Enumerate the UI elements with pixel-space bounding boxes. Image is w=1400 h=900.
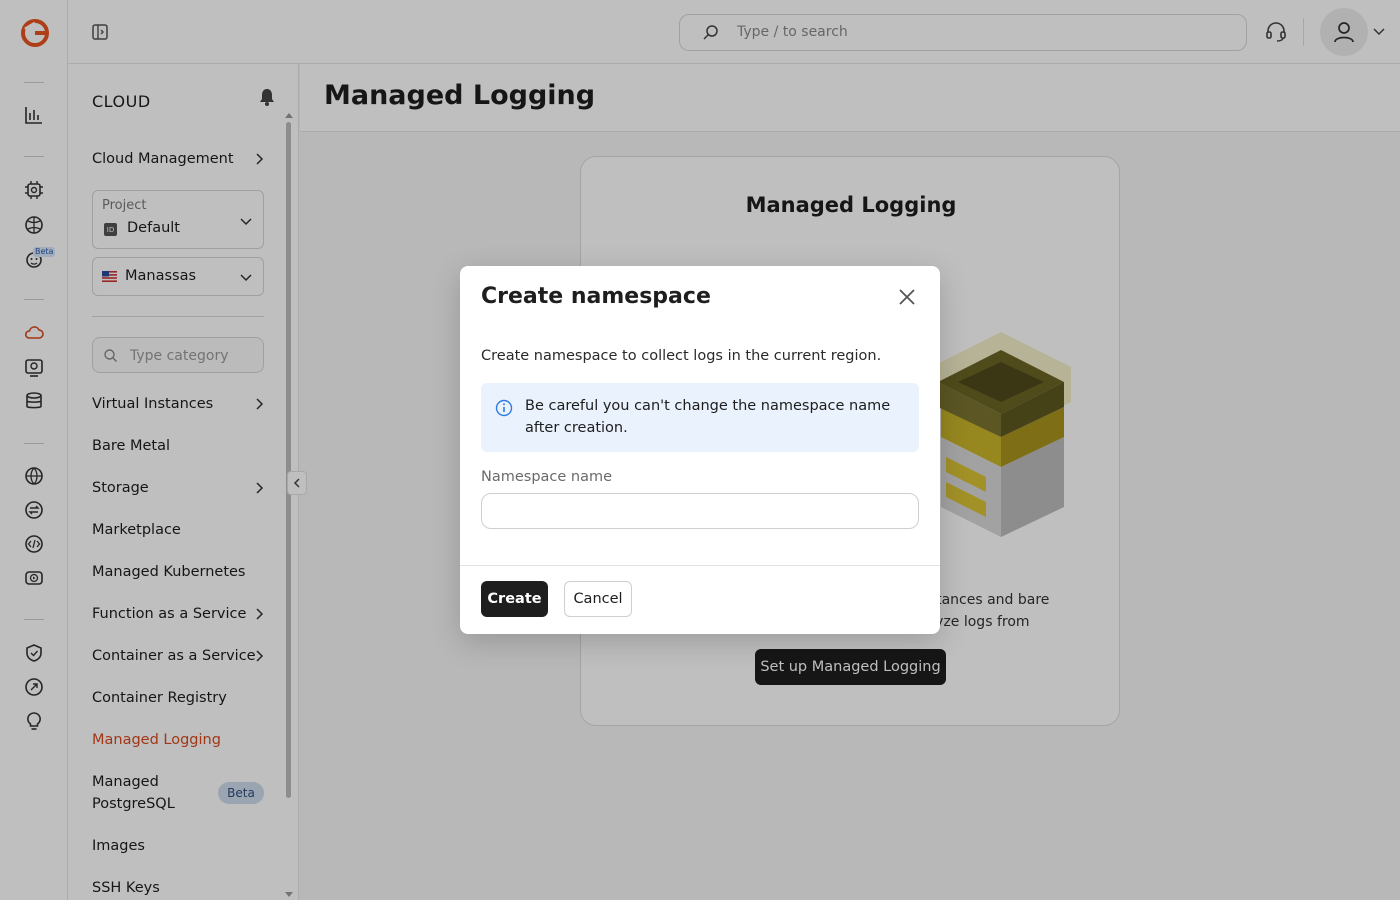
info-alert: Be careful you can't change the namespac… xyxy=(481,383,919,452)
close-icon[interactable] xyxy=(897,287,917,307)
dialog-description: Create namespace to collect logs in the … xyxy=(481,348,882,364)
dialog-title: Create namespace xyxy=(481,284,711,309)
cancel-button[interactable]: Cancel xyxy=(564,581,632,617)
create-namespace-dialog: Create namespace Create namespace to col… xyxy=(460,266,940,634)
info-alert-text: Be careful you can't change the namespac… xyxy=(525,398,891,436)
namespace-name-label: Namespace name xyxy=(481,469,613,485)
create-button[interactable]: Create xyxy=(481,581,548,617)
namespace-name-input[interactable] xyxy=(481,493,919,529)
info-icon xyxy=(495,399,513,417)
dialog-footer-divider xyxy=(460,565,940,566)
